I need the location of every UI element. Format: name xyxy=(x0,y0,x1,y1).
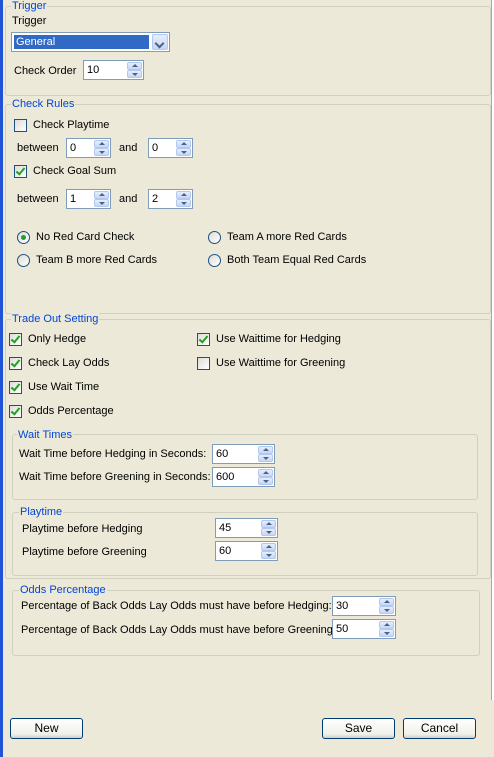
window-left-border xyxy=(0,0,3,757)
wait-time-greening-stepper[interactable]: 600 xyxy=(212,467,275,487)
wait-time-hedging-label: Wait Time before Hedging in Seconds: xyxy=(19,448,207,460)
wait-time-hedging-stepper[interactable]: 60 xyxy=(212,444,275,464)
goal-from-stepper[interactable]: 1 xyxy=(66,189,111,209)
wait-time-greening-value: 600 xyxy=(216,471,235,483)
spin-up-icon[interactable] xyxy=(127,62,142,70)
playtime-greening-label: Playtime before Greening xyxy=(22,546,147,558)
spin-down-icon[interactable] xyxy=(176,199,191,207)
trigger-label: Trigger xyxy=(12,15,47,27)
goal-and-label: and xyxy=(119,193,138,205)
use-wait-time-label[interactable]: Use Wait Time xyxy=(28,380,99,394)
playtime-from-value: 0 xyxy=(70,142,77,154)
only-hedge-label[interactable]: Only Hedge xyxy=(28,332,86,346)
check-order-value: 10 xyxy=(87,64,100,76)
trigger-combobox[interactable]: General xyxy=(11,32,170,52)
odds-pct-hedging-value: 30 xyxy=(336,600,349,612)
spin-up-icon[interactable] xyxy=(261,543,276,551)
odds-pct-greening-stepper[interactable]: 50 xyxy=(332,619,396,639)
spin-up-icon[interactable] xyxy=(258,469,273,477)
spin-up-icon[interactable] xyxy=(176,191,191,199)
team-a-more-red-cards-radio[interactable] xyxy=(208,231,221,244)
check-goal-sum-checkbox[interactable] xyxy=(14,165,27,178)
playtime-from-stepper[interactable]: 0 xyxy=(66,138,111,158)
check-playtime-label[interactable]: Check Playtime xyxy=(33,118,109,132)
only-hedge-checkbox[interactable] xyxy=(9,333,22,346)
trade-out-legend: Trade Out Setting xyxy=(11,313,100,325)
goal-between-label: between xyxy=(17,193,59,205)
check-order-label: Check Order xyxy=(14,65,77,77)
odds-pct-greening-label: Percentage of Back Odds Lay Odds must ha… xyxy=(21,624,336,636)
spin-up-icon[interactable] xyxy=(94,140,109,148)
spin-up-icon[interactable] xyxy=(379,598,394,606)
check-rules-group xyxy=(5,104,491,314)
both-team-equal-red-cards-label[interactable]: Both Team Equal Red Cards xyxy=(227,253,366,267)
playtime-between-label: between xyxy=(17,142,59,154)
spin-up-icon[interactable] xyxy=(94,191,109,199)
wait-time-hedging-value: 60 xyxy=(216,448,229,460)
use-waittime-greening-label[interactable]: Use Waittime for Greening xyxy=(216,356,345,370)
use-waittime-greening-checkbox[interactable] xyxy=(197,357,210,370)
spin-down-icon[interactable] xyxy=(176,148,191,156)
goal-from-value: 1 xyxy=(70,193,77,205)
cancel-button[interactable]: Cancel xyxy=(403,718,476,739)
odds-percentage-legend: Odds Percentage xyxy=(19,584,107,596)
chevron-down-icon[interactable] xyxy=(152,34,168,50)
spin-down-icon[interactable] xyxy=(379,629,394,637)
goal-to-stepper[interactable]: 2 xyxy=(148,189,193,209)
spin-down-icon[interactable] xyxy=(379,606,394,614)
spin-down-icon[interactable] xyxy=(94,148,109,156)
use-wait-time-checkbox[interactable] xyxy=(9,381,22,394)
spin-down-icon[interactable] xyxy=(94,199,109,207)
spin-up-icon[interactable] xyxy=(258,446,273,454)
playtime-greening-stepper[interactable]: 60 xyxy=(215,541,278,561)
playtime-hedging-label: Playtime before Hedging xyxy=(22,523,143,535)
team-b-more-red-cards-label[interactable]: Team B more Red Cards xyxy=(36,253,157,267)
spin-down-icon[interactable] xyxy=(261,551,276,559)
new-button[interactable]: New xyxy=(10,718,83,739)
spin-down-icon[interactable] xyxy=(258,477,273,485)
playtime-hedging-stepper[interactable]: 45 xyxy=(215,518,278,538)
odds-pct-hedging-stepper[interactable]: 30 xyxy=(332,596,396,616)
no-red-card-check-radio[interactable] xyxy=(17,231,30,244)
both-team-equal-red-cards-radio[interactable] xyxy=(208,254,221,267)
team-a-more-red-cards-label[interactable]: Team A more Red Cards xyxy=(227,230,347,244)
spin-up-icon[interactable] xyxy=(261,520,276,528)
wait-time-greening-label: Wait Time before Greening in Seconds: xyxy=(19,471,211,483)
playtime-to-stepper[interactable]: 0 xyxy=(148,138,193,158)
no-red-card-check-label[interactable]: No Red Card Check xyxy=(36,230,134,244)
check-lay-odds-checkbox[interactable] xyxy=(9,357,22,370)
check-lay-odds-label[interactable]: Check Lay Odds xyxy=(28,356,109,370)
use-waittime-hedging-label[interactable]: Use Waittime for Hedging xyxy=(216,332,341,346)
playtime-legend: Playtime xyxy=(19,506,64,518)
wait-times-legend: Wait Times xyxy=(17,429,73,441)
playtime-hedging-value: 45 xyxy=(219,522,232,534)
odds-pct-greening-value: 50 xyxy=(336,623,349,635)
trigger-group-legend: Trigger xyxy=(11,0,48,12)
team-b-more-red-cards-radio[interactable] xyxy=(17,254,30,267)
use-waittime-hedging-checkbox[interactable] xyxy=(197,333,210,346)
save-button[interactable]: Save xyxy=(322,718,395,739)
odds-percentage-label[interactable]: Odds Percentage xyxy=(28,404,114,418)
spin-up-icon[interactable] xyxy=(379,621,394,629)
playtime-greening-value: 60 xyxy=(219,545,232,557)
odds-pct-hedging-label: Percentage of Back Odds Lay Odds must ha… xyxy=(21,600,332,612)
odds-percentage-checkbox[interactable] xyxy=(9,405,22,418)
spin-down-icon[interactable] xyxy=(127,70,142,78)
playtime-and-label: and xyxy=(119,142,138,154)
check-rules-legend: Check Rules xyxy=(11,98,76,110)
goal-to-value: 2 xyxy=(152,193,159,205)
playtime-to-value: 0 xyxy=(152,142,159,154)
spin-down-icon[interactable] xyxy=(258,454,273,462)
spin-down-icon[interactable] xyxy=(261,528,276,536)
check-order-stepper[interactable]: 10 xyxy=(83,60,144,80)
spin-up-icon[interactable] xyxy=(176,140,191,148)
check-playtime-checkbox[interactable] xyxy=(14,119,27,132)
check-goal-sum-label[interactable]: Check Goal Sum xyxy=(33,164,116,178)
trigger-selected-value: General xyxy=(14,35,149,49)
